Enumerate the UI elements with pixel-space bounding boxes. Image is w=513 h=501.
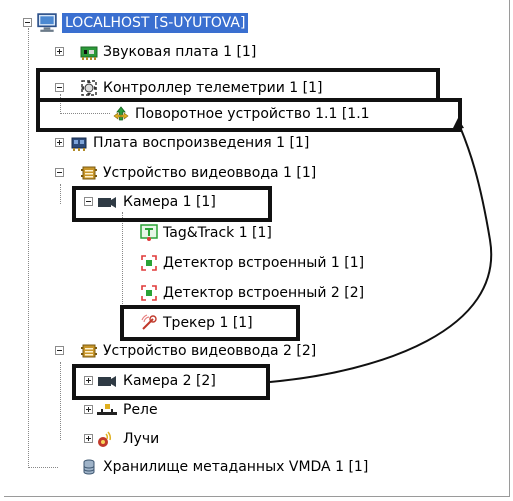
annotation-arrow	[269, 118, 493, 383]
object-tree-panel: LOCALHOST [S-UYUTOVA] Звуковая плата 1 […	[0, 0, 513, 501]
